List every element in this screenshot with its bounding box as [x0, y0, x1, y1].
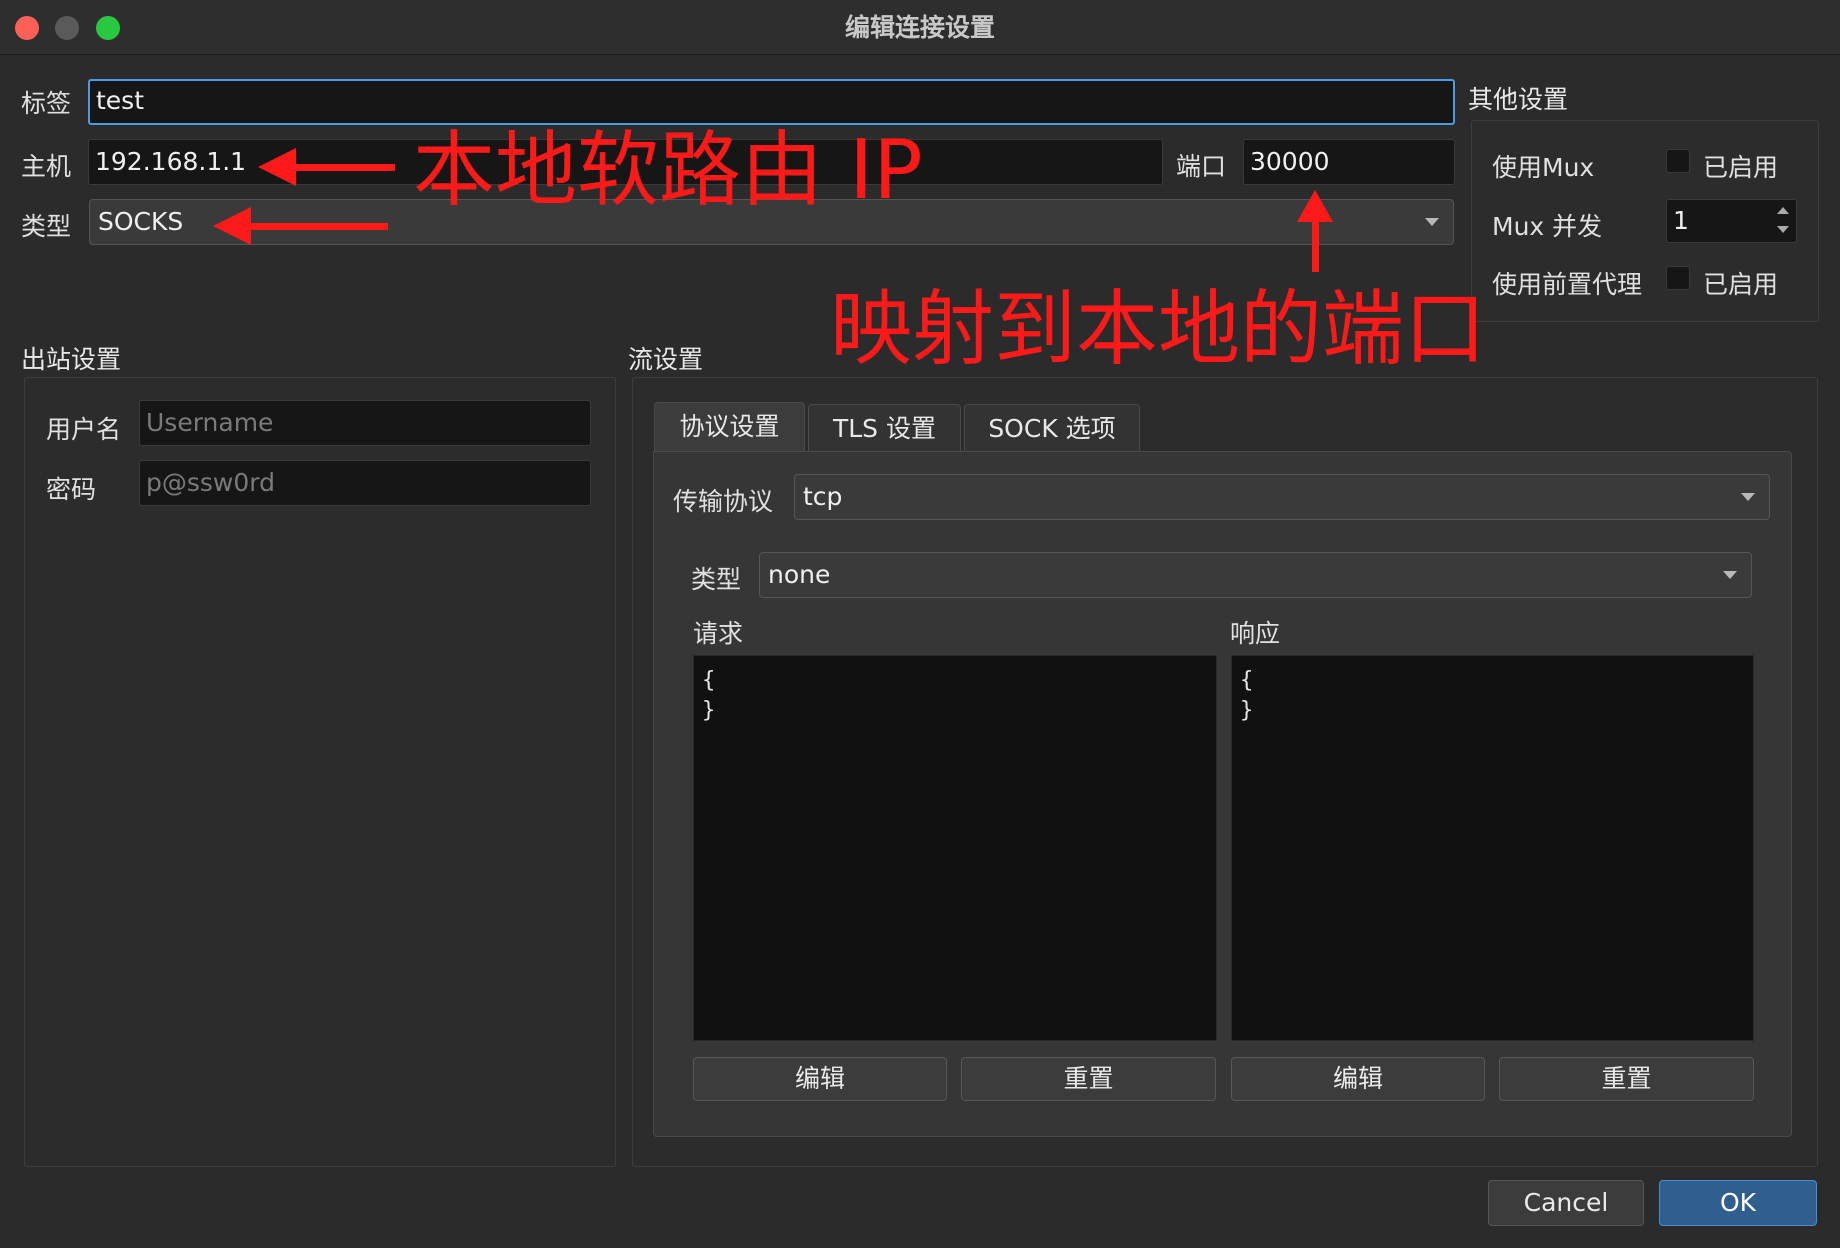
arrow-left-icon	[213, 207, 251, 245]
arrow-up-icon	[1297, 190, 1333, 222]
arrow-left-icon	[258, 148, 296, 186]
host-annotation: 本地软路由 IP	[413, 123, 923, 218]
port-annotation: 映射到本地的端口	[830, 282, 1487, 377]
